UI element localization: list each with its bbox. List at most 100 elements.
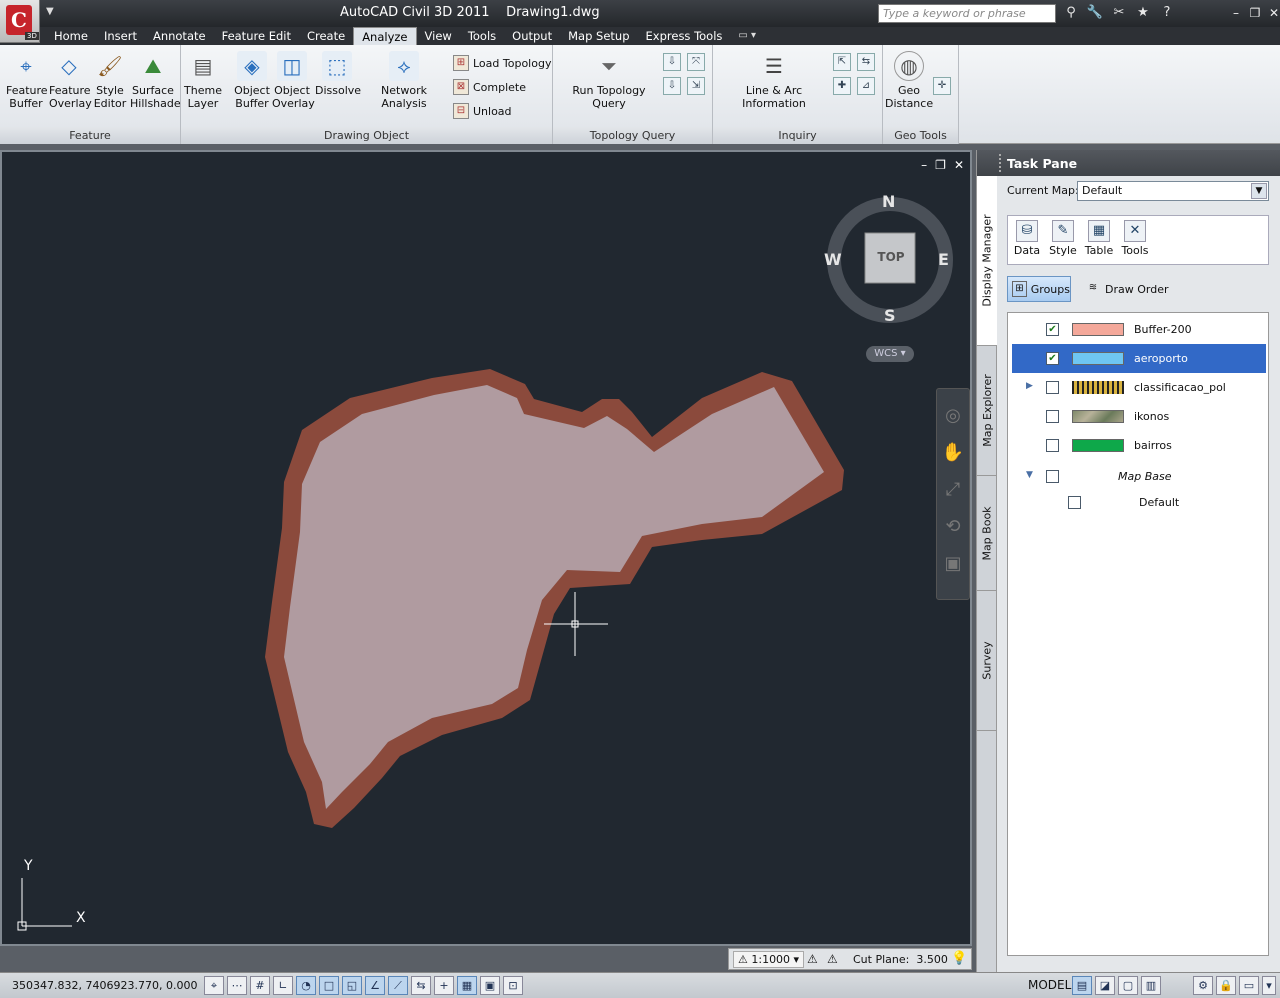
quick-view-layouts-icon[interactable]: ▢ <box>1118 976 1138 995</box>
ortho-mode-icon[interactable]: ∟ <box>273 976 293 995</box>
network-analysis-button[interactable]: ⟡ Network Analysis <box>361 51 447 110</box>
run-topology-query-button[interactable]: ⏷ Run Topology Query <box>557 51 661 111</box>
close-icon[interactable]: ✕ <box>1266 4 1280 22</box>
layer-visibility-checkbox[interactable] <box>1046 410 1059 423</box>
layout-1-icon[interactable]: ◪ <box>1095 976 1115 995</box>
inquiry-tool-4-icon[interactable]: ⊿ <box>857 77 875 95</box>
current-map-dropdown[interactable]: Default ▼ <box>1077 181 1269 201</box>
quick-properties-icon[interactable]: ▣ <box>480 976 500 995</box>
tab-tools[interactable]: Tools <box>460 27 504 45</box>
layer-row-buffer-200[interactable]: ✔ Buffer-200 <box>1008 315 1270 344</box>
tab-map-explorer[interactable]: Map Explorer <box>977 346 997 476</box>
query-tool-1-icon[interactable]: ⇩ <box>663 53 681 71</box>
subscription-icon[interactable]: 🔧 <box>1086 4 1104 22</box>
coordinates-readout[interactable]: 350347.832, 7406923.770, 0.000 <box>12 979 197 992</box>
unload-button[interactable]: ⊟ Unload <box>453 101 512 121</box>
layer-row-bairros[interactable]: bairros <box>1008 431 1270 460</box>
viewcube-top-label[interactable]: TOP <box>868 250 914 264</box>
object-overlay-button[interactable]: ◫ Object Overlay <box>272 51 315 110</box>
theme-layer-button[interactable]: ▤ Theme Layer <box>183 51 223 111</box>
query-tool-3-icon[interactable]: ⇩ <box>663 77 681 95</box>
layer-visibility-checkbox[interactable]: ✔ <box>1046 352 1059 365</box>
binoculars-icon[interactable]: ⚲ <box>1062 4 1080 22</box>
layer-visibility-checkbox[interactable]: ✔ <box>1046 323 1059 336</box>
layer-row-ikonos[interactable]: ikonos <box>1008 402 1270 431</box>
ucs-menu[interactable]: WCS ▾ <box>866 346 914 362</box>
tab-annotate[interactable]: Annotate <box>145 27 214 45</box>
3d-object-snap-icon[interactable]: ◱ <box>342 976 362 995</box>
geo-distance-button[interactable]: ◍ Geo Distance <box>885 51 933 110</box>
inquiry-tool-3-icon[interactable]: ✚ <box>833 77 851 95</box>
annotation-scale-button[interactable]: ⚠ 1:1000 ▾ <box>733 951 805 968</box>
application-menu-button[interactable]: C 3D <box>0 0 40 43</box>
orbit-icon[interactable]: ⟲ <box>937 516 969 537</box>
object-snap-tracking-icon[interactable]: ∠ <box>365 976 385 995</box>
favorites-star-icon[interactable]: ★ <box>1134 4 1152 22</box>
tab-create[interactable]: Create <box>299 27 353 45</box>
task-pane-header[interactable]: Task Pane <box>977 150 1280 176</box>
model-space-label[interactable]: MODEL <box>1028 978 1071 992</box>
steering-wheel-icon[interactable]: ◎ <box>937 405 969 426</box>
selection-cycling-icon[interactable]: ⊡ <box>503 976 523 995</box>
table-button[interactable]: ▦ Table <box>1084 220 1114 260</box>
layer-row-classificacao-pol[interactable]: ▶ classificacao_pol <box>1008 373 1270 402</box>
compass-east[interactable]: E <box>938 250 949 269</box>
layer-visibility-checkbox[interactable] <box>1068 496 1081 509</box>
polar-tracking-icon[interactable]: ◔ <box>296 976 316 995</box>
layer-row-aeroporto[interactable]: ✔ aeroporto <box>1008 344 1270 373</box>
tab-analyze[interactable]: Analyze <box>353 27 417 45</box>
inquiry-tool-2-icon[interactable]: ⇆ <box>857 53 875 71</box>
dynamic-input-icon[interactable]: ⇆ <box>411 976 431 995</box>
panel-title[interactable]: Inquiry <box>713 127 882 144</box>
chevron-down-icon[interactable]: ▼ <box>1251 183 1267 199</box>
grid-display-icon[interactable]: # <box>250 976 270 995</box>
collapse-arrow-icon[interactable]: ▼ <box>1026 470 1033 480</box>
drawing-canvas[interactable]: – ❐ ✕ Y X N S E W TOP WCS ▾ ◎ ✋ ⤢ ⟲ ▣ <box>0 150 972 946</box>
layer-visibility-checkbox[interactable] <box>1046 470 1059 483</box>
dynamic-ucs-icon[interactable]: ⟋ <box>388 976 408 995</box>
showmotion-icon[interactable]: ▣ <box>937 553 969 574</box>
status-menu-chevron-icon[interactable]: ▾ <box>1262 976 1276 995</box>
panel-title[interactable]: Geo Tools <box>883 127 958 144</box>
navigation-bar[interactable]: ◎ ✋ ⤢ ⟲ ▣ <box>936 388 970 600</box>
tools-button[interactable]: ✕ Tools <box>1120 220 1150 260</box>
tab-insert[interactable]: Insert <box>96 27 145 45</box>
query-tool-4-icon[interactable]: ⇲ <box>687 77 705 95</box>
compass-north[interactable]: N <box>882 192 895 211</box>
annotation-visibility-icon[interactable]: ⚠ <box>807 952 818 966</box>
expand-arrow-icon[interactable]: ▶ <box>1026 381 1033 391</box>
restore-icon[interactable]: ❐ <box>1247 4 1263 22</box>
tab-view[interactable]: View <box>417 27 460 45</box>
tab-express-tools[interactable]: Express Tools <box>638 27 731 45</box>
panel-title[interactable]: Topology Query <box>553 127 712 144</box>
lineweight-icon[interactable]: + <box>434 976 454 995</box>
tab-feature-edit[interactable]: Feature Edit <box>214 27 299 45</box>
autoscale-icon[interactable]: ⚠ <box>827 952 838 966</box>
lightbulb-icon[interactable]: 💡 <box>951 951 967 966</box>
draw-order-button[interactable]: ≋ Draw Order <box>1085 276 1169 302</box>
query-tool-2-icon[interactable]: ⤧ <box>687 53 705 71</box>
help-icon[interactable]: ? <box>1158 4 1176 22</box>
panel-title[interactable]: Drawing Object <box>181 127 552 144</box>
transparency-icon[interactable]: ▦ <box>457 976 477 995</box>
tab-output[interactable]: Output <box>504 27 560 45</box>
layer-row-default[interactable]: Default <box>1008 488 1270 517</box>
style-editor-button[interactable]: 🖌 Style Editor <box>91 51 129 111</box>
panel-title[interactable]: Feature <box>0 127 180 144</box>
snap-mode-icon[interactable]: ⋯ <box>227 976 247 995</box>
tab-display-manager[interactable]: Display Manager <box>977 176 997 346</box>
dissolve-button[interactable]: ⬚ Dissolve <box>315 51 361 97</box>
workspace-switching-icon[interactable]: ⚙ <box>1193 976 1213 995</box>
layer-visibility-checkbox[interactable] <box>1046 439 1059 452</box>
compass-south[interactable]: S <box>884 306 896 325</box>
data-button[interactable]: ⛁ Data <box>1012 220 1042 260</box>
groups-button[interactable]: ⊞ Groups <box>1007 276 1071 302</box>
quick-view-drawings-icon[interactable]: ▥ <box>1141 976 1161 995</box>
tab-home[interactable]: Home <box>46 27 96 45</box>
tab-survey[interactable]: Survey <box>977 591 997 731</box>
load-topology-button[interactable]: ⊞ Load Topology <box>453 53 551 73</box>
crosshair-icon[interactable]: ✛ <box>933 77 951 95</box>
quick-access-dropdown-icon[interactable]: ▼ <box>46 6 54 17</box>
line-arc-information-button[interactable]: ☰ Line & Arc Information <box>715 51 833 111</box>
tab-map-book[interactable]: Map Book <box>977 476 997 591</box>
